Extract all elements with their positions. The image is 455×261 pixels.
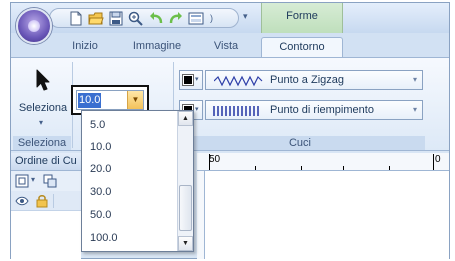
dropdown-option[interactable]: 10.0 <box>90 136 111 158</box>
vertical-ruler <box>197 171 205 259</box>
dropdown-option[interactable]: 100.0 <box>90 227 118 249</box>
ruler-label: 0 <box>435 154 441 165</box>
line-color-button[interactable]: ▾ <box>179 70 203 90</box>
tab-immagine[interactable]: Immagine <box>127 37 187 57</box>
arrow-cursor-icon <box>36 69 50 91</box>
fill-stitch-icon <box>213 106 259 116</box>
chevron-down-icon: ▾ <box>412 75 417 84</box>
qat-customize-chevron-icon[interactable]: ▾ <box>243 11 248 22</box>
ruler-tick <box>255 166 256 170</box>
group-label-cuci: Cuci <box>175 136 425 150</box>
fill-stitch-select[interactable]: Punto di riempimento ▾ <box>205 100 423 120</box>
sew-order-list <box>11 211 81 259</box>
print-preview-icon[interactable] <box>188 11 204 26</box>
zigzag-stitch-icon <box>214 75 263 87</box>
ruler-tick <box>343 166 344 170</box>
title-bar: ) ▾ Forme <box>11 3 449 33</box>
horizontal-ruler: 50 0 <box>197 153 449 171</box>
qat-overflow-icon[interactable]: ) <box>210 11 226 26</box>
select-button-label: Seleziona <box>18 102 68 114</box>
fit-view-icon[interactable] <box>15 174 29 188</box>
ribbon-tabs: Inizio Immagine Vista Contorno <box>11 33 449 57</box>
panel-toolbar: ▾ <box>11 171 81 191</box>
tab-vista[interactable]: Vista <box>207 37 245 57</box>
scroll-down-icon[interactable]: ▼ <box>178 236 193 251</box>
color-swatch <box>182 74 194 86</box>
ruler-tick <box>209 154 210 170</box>
eye-icon[interactable] <box>15 194 29 208</box>
fill-stitch-label: Punto di riempimento <box>270 104 374 116</box>
tab-contorno[interactable]: Contorno <box>261 37 343 57</box>
ruler-tick <box>433 154 434 170</box>
dropdown-option[interactable]: 5.0 <box>90 114 105 136</box>
line-stitch-label: Punto a Zigzag <box>270 74 344 86</box>
open-folder-icon[interactable] <box>88 11 104 26</box>
group-objects-icon[interactable] <box>43 174 57 188</box>
scroll-up-icon[interactable]: ▲ <box>178 111 193 126</box>
redo-icon[interactable] <box>168 11 184 26</box>
dropdown-option[interactable]: 50.0 <box>90 204 111 226</box>
ruler-label: 50 <box>209 154 221 165</box>
stitch-width-dropdown[interactable]: 5.0 10.0 20.0 30.0 50.0 100.0 ▲ ▼ <box>81 110 194 252</box>
lock-icon[interactable] <box>35 194 49 208</box>
panel-toolbar-secondary <box>11 191 81 211</box>
chevron-down-icon[interactable]: ▾ <box>31 175 35 184</box>
group-label-seleziona: Seleziona <box>13 136 71 150</box>
select-button[interactable]: Seleziona ▾ <box>15 64 71 134</box>
dropdown-option[interactable]: 20.0 <box>90 158 111 180</box>
undo-icon[interactable] <box>148 11 164 26</box>
app-orb-icon[interactable] <box>16 8 52 44</box>
tab-inizio[interactable]: Inizio <box>66 37 104 57</box>
dropdown-option[interactable]: 30.0 <box>90 181 111 203</box>
chevron-down-icon: ▾ <box>195 106 199 113</box>
ruler-tick <box>389 166 390 170</box>
chevron-down-icon[interactable]: ▼ <box>127 91 143 109</box>
chevron-down-icon: ▾ <box>412 105 417 114</box>
ruler-tick <box>301 166 302 170</box>
dropdown-scrollbar[interactable]: ▲ ▼ <box>177 111 193 251</box>
toolbar-divider <box>53 194 54 208</box>
chevron-down-icon: ▾ <box>39 118 44 127</box>
new-doc-icon[interactable] <box>68 11 84 26</box>
zoom-icon[interactable] <box>128 11 144 26</box>
stitch-width-value: 10.0 <box>78 93 102 108</box>
quick-access-toolbar: ) <box>49 8 239 28</box>
save-icon[interactable] <box>108 11 124 26</box>
stitch-width-input[interactable]: 10.0 ▼ <box>76 90 144 110</box>
context-tab-title: Forme <box>261 3 343 33</box>
line-stitch-select[interactable]: Punto a Zigzag ▾ <box>205 70 423 90</box>
app-window: ) ▾ Forme Inizio Immagine Vista Contorno… <box>10 2 450 259</box>
scrollbar-thumb[interactable] <box>179 185 192 231</box>
sew-order-panel-title: Ordine di Cu <box>11 153 81 171</box>
chevron-down-icon: ▾ <box>195 76 199 83</box>
